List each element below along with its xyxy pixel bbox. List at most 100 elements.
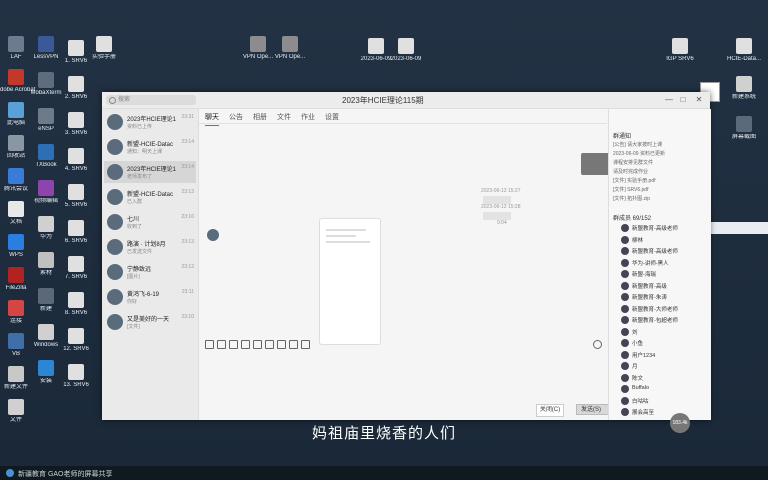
chat-time: 23:31 [181,114,194,120]
chat-time: 23:13 [181,189,194,195]
desktop-icon-label: 2. SRV6 [64,94,88,100]
desktop-icon[interactable]: VPN Ope... [270,36,310,61]
screenshot-icon[interactable] [229,340,238,349]
tab-item[interactable]: 作业 [301,112,315,122]
member-item[interactable]: Buffalo [613,384,707,394]
member-item[interactable]: 陈文 [613,373,707,383]
file-icon [8,267,24,283]
subtitle-caption: 妈祖庙里烧香的人们 [311,425,456,442]
member-item[interactable]: 展会高至 [613,407,707,417]
chat-window: 搜索 2023年HCIE理论115期 — □ ✕ 2023年HCIE理论1 23:… [102,92,711,420]
desktop-icon[interactable]: 2. SRV6 [56,76,96,101]
file-icon [38,360,54,376]
desktop-icon[interactable]: 13. SRV6 [56,364,96,389]
image-line [326,235,356,237]
minimize-button[interactable]: — [664,95,674,104]
sender-avatar[interactable] [207,229,219,241]
search-input[interactable]: 搜索 [106,95,196,105]
desktop-icon-label: 6. SRV6 [64,238,88,244]
desktop-icon[interactable]: HCIE-Data... [724,38,764,63]
notice-item[interactable]: 2023-06-09 资料已更新 [613,150,707,157]
chat-list-item[interactable]: 2023年HCIE理论1 23:14 老师发布了 [104,161,196,183]
member-item[interactable]: 新盟教育-包超老师 [613,315,707,325]
member-item[interactable]: 新盟教育-高级老师 [613,223,707,233]
chat-list-item[interactable]: 七川 23:16 收到了 [104,211,196,233]
desktop-icon[interactable]: 5. SRV6 [56,184,96,209]
file-icon [68,328,84,344]
notice-item[interactable]: [文件] SRV6.pdf [613,186,707,193]
member-item[interactable]: 白咕咕 [613,396,707,406]
chat-list-item[interactable]: 路演 · 计划8月 23:13 已发送文件 [104,236,196,258]
desktop-icon-label: 12. SRV6 [63,346,89,352]
chat-list-item[interactable]: 2023年HCIE理论1 23:31 资料已上传 [104,111,196,133]
folder-icon[interactable] [241,340,250,349]
chat-list-item[interactable]: 新盟-HCIE-Datac 23:14 通知：明天上课 [104,136,196,158]
file-icon [68,364,84,380]
member-name: 华为-讲师-黑人 [632,260,669,267]
avatar [107,139,123,155]
desktop-icon[interactable]: 12. SRV6 [56,328,96,353]
desktop-icon[interactable]: 新建系统 [724,76,764,101]
desktop-icon-label: VB [11,351,20,357]
member-item[interactable]: 柳林 [613,235,707,245]
desktop-icon[interactable]: 实验手册 [84,36,124,61]
send-button[interactable]: 发送(S) [576,404,612,415]
tab-item[interactable]: 相册 [253,112,267,122]
emoji-icon[interactable] [205,340,214,349]
desktop-icon[interactable]: 文件 [0,399,36,424]
desktop-icon[interactable]: 2023-06-09 [386,38,426,63]
member-item[interactable]: 新盟教育-大师老师 [613,304,707,314]
chat-preview: [图片] [127,274,140,280]
image-icon[interactable] [253,340,262,349]
music-icon[interactable] [265,340,274,349]
desktop-icon[interactable]: 屏幕截图 [724,116,764,141]
member-item[interactable]: 新盟教育-朱涛 [613,292,707,302]
notice-item[interactable]: [文件] 实验手册.pdf [613,177,707,184]
close-button[interactable]: 关闭(C) [536,404,564,417]
app-icon[interactable] [6,469,14,477]
desktop-icon[interactable]: 4. SRV6 [56,148,96,173]
member-name: 柳林 [632,237,644,244]
member-item[interactable]: 华为-讲师-黑人 [613,258,707,268]
desktop-icon[interactable]: 7. SRV6 [56,256,96,281]
tab-item[interactable]: 设置 [325,112,339,122]
chat-name: 2023年HCIE理论1 [127,117,177,123]
clock-icon[interactable] [593,340,602,349]
member-item[interactable]: 刘 [613,327,707,337]
tab-item[interactable]: 公告 [229,112,243,122]
member-item[interactable]: 用户1234 [613,350,707,360]
tab-item[interactable]: 文件 [277,112,291,122]
gif-icon[interactable] [217,340,226,349]
member-item[interactable]: 新盟-海瑞 [613,269,707,279]
notice-item[interactable]: [文件] 拓扑图.zip [613,195,707,202]
notice-item[interactable]: 请及时完成作业 [613,168,707,175]
file-icon [398,38,414,54]
bell-icon[interactable] [289,340,298,349]
chat-time: 23:14 [181,164,194,170]
history-icon[interactable] [301,340,310,349]
chat-list-item[interactable]: 黄鸿飞-6-19 23:11 你好 [104,286,196,308]
file-icon [38,288,54,304]
more-icon[interactable] [277,340,286,349]
maximize-button[interactable]: □ [678,95,688,104]
notice-item[interactable]: 课程安排见群文件 [613,159,707,166]
chat-list-item[interactable]: 宁静致远 23:12 [图片] [104,261,196,283]
chat-time: 23:10 [181,314,194,320]
desktop-icon[interactable]: IGP SRV6 [660,38,700,63]
member-item[interactable]: 新盟教育-高级老师 [613,246,707,256]
member-item[interactable]: 月 [613,361,707,371]
desktop-icon[interactable]: 6. SRV6 [56,220,96,245]
image-message[interactable] [319,218,381,345]
file-icon [38,72,54,88]
close-window-button[interactable]: ✕ [694,95,704,104]
desktop-icon[interactable]: 3. SRV6 [56,112,96,137]
avatar [621,247,629,255]
notice-item[interactable]: [公告] 请大家按时上课 [613,141,707,148]
chat-list-item[interactable]: 又是美好的一天 23:10 [文件] [104,311,196,333]
desktop-icon[interactable]: 8. SRV6 [56,292,96,317]
tab-item[interactable]: 聊天 [205,112,219,126]
member-name: 新盟教育-高级老师 [632,226,678,232]
member-item[interactable]: 新盟教育-高级 [613,281,707,291]
member-item[interactable]: 小鱼 [613,338,707,348]
chat-list-item[interactable]: 新盟-HCIE-Datac 23:13 已入群 [104,186,196,208]
